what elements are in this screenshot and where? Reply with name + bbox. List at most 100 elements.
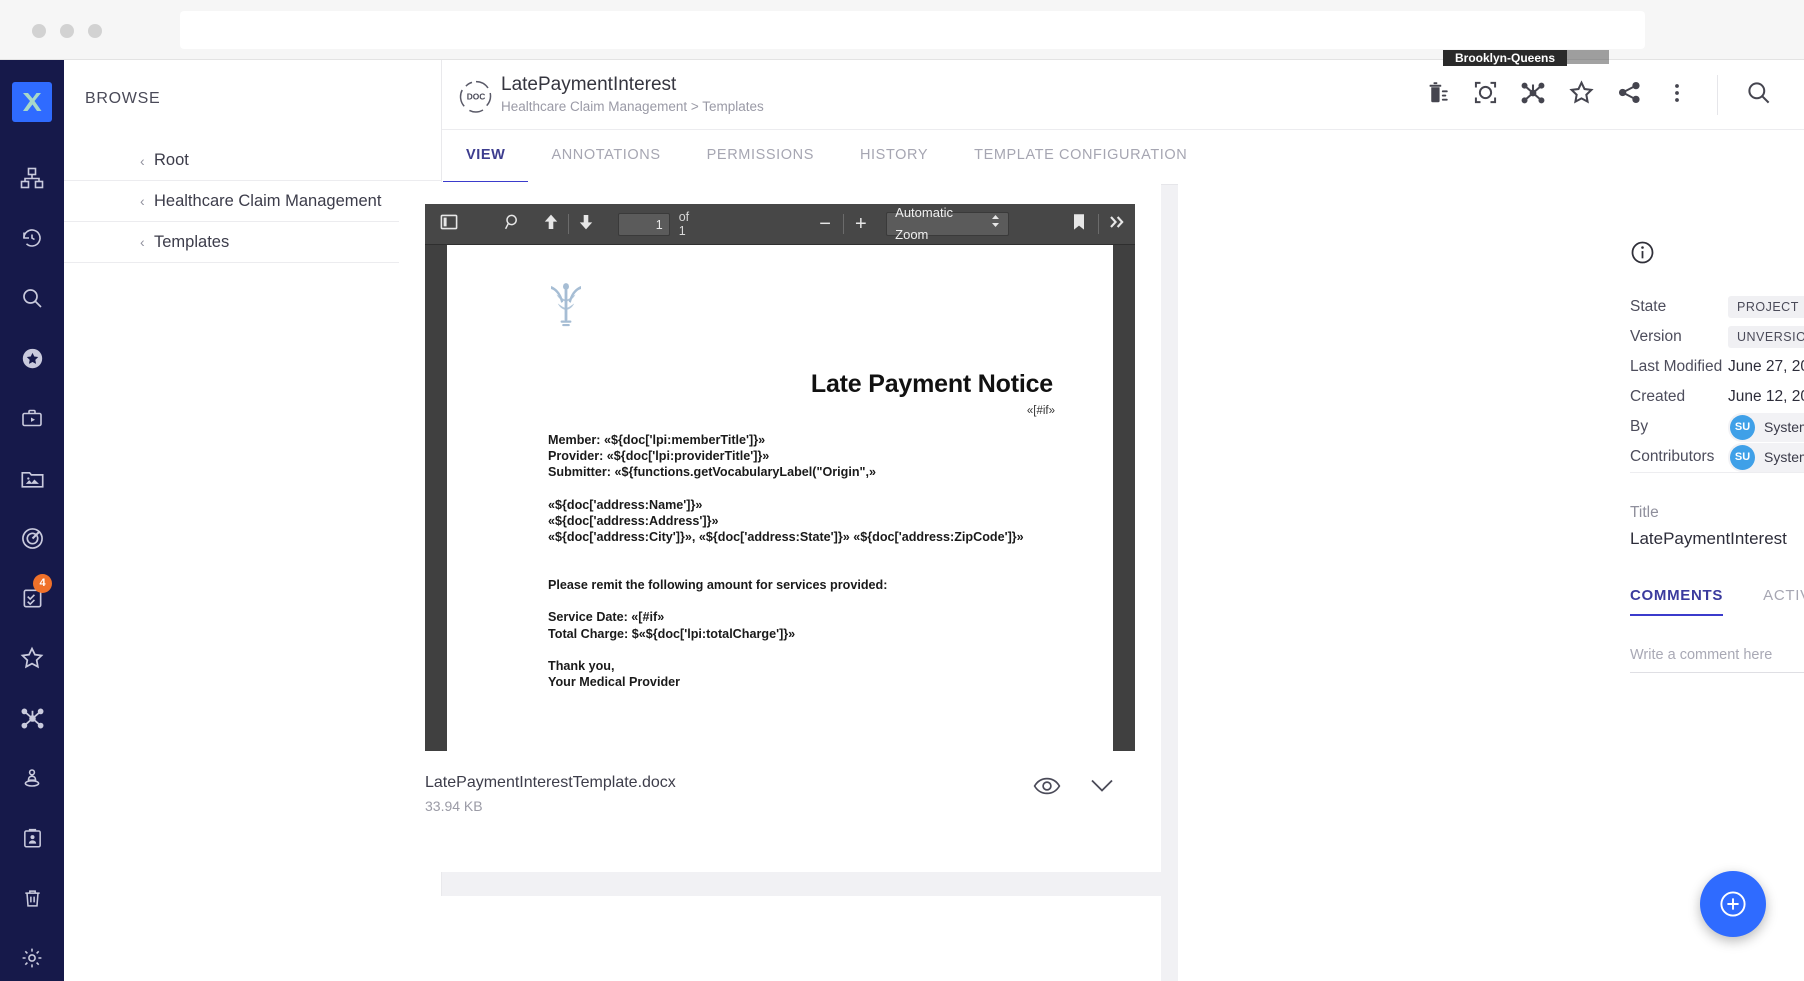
metadata-key: Last Modified <box>1630 358 1723 375</box>
rail-item-workflow[interactable] <box>0 388 64 448</box>
favorite-button[interactable] <box>1557 71 1605 119</box>
window-maximize-button[interactable] <box>88 24 102 38</box>
metadata-key: By <box>1630 418 1649 435</box>
chevron-left-icon: ‹ <box>140 152 145 169</box>
trash-icon <box>21 887 44 910</box>
tab-view[interactable]: VIEW <box>443 129 529 184</box>
chevron-left-icon: ‹ <box>140 193 145 209</box>
tab-permissions[interactable]: PERMISSIONS <box>684 129 837 184</box>
search-icon <box>1745 79 1772 111</box>
rail-item-clipboard-user[interactable] <box>0 808 64 868</box>
rail-item-target[interactable] <box>0 508 64 568</box>
download-button[interactable] <box>1089 776 1115 801</box>
breadcrumb: Healthcare Claim Management > Templates <box>501 99 764 114</box>
tree-item-root[interactable]: ‹ Root <box>64 140 442 181</box>
user-chip[interactable]: SU System User <box>1728 442 1804 472</box>
pdf-toolbar: 1 of 1 − + Automatic Zoom <box>425 204 1135 245</box>
rail-item-settings[interactable] <box>0 928 64 981</box>
add-button[interactable] <box>1700 871 1766 937</box>
history-icon <box>20 226 44 250</box>
attachment-info: LatePaymentInterestTemplate.docx 33.94 K… <box>425 774 1135 814</box>
avatar: SU <box>1730 444 1755 470</box>
tab-history[interactable]: HISTORY <box>837 129 951 184</box>
rail-item-favorites[interactable] <box>0 628 64 688</box>
browser-url-bar[interactable] <box>180 11 1645 49</box>
doc-type-icon: DOC <box>459 79 493 113</box>
share-icon <box>1617 80 1642 110</box>
target-icon <box>20 526 45 551</box>
pdf-zoom-select[interactable]: Automatic Zoom <box>886 205 1009 242</box>
metadata-row-contributors: Contributors SU System User <box>1630 442 1804 472</box>
info-button[interactable] <box>1630 240 1655 270</box>
share-button[interactable] <box>1605 71 1653 119</box>
tree-item-healthcare-claim-management[interactable]: ‹ Healthcare Claim Management <box>64 181 442 222</box>
lifecycle-button[interactable] <box>1461 71 1509 119</box>
rail-item-history[interactable] <box>0 208 64 268</box>
pdf-next-page[interactable] <box>569 204 604 245</box>
lifecycle-icon <box>1473 80 1498 110</box>
tree-item-templates[interactable]: ‹ Templates <box>64 222 442 263</box>
window-close-button[interactable] <box>32 24 46 38</box>
metadata-key: State <box>1630 298 1667 315</box>
pdf-find-button[interactable] <box>493 204 533 245</box>
sidebar-toggle-icon <box>440 213 458 236</box>
tooltip-overlay-artifact: Brooklyn-Queens <box>1443 50 1567 66</box>
tab-activity[interactable]: ACTIVITY <box>1763 587 1804 616</box>
page-down-icon <box>578 213 594 236</box>
delete-button[interactable] <box>1413 71 1461 119</box>
metadata-row-version: Version UNVERSIONED <box>1630 322 1804 352</box>
tooltip-overlay-artifact-tail <box>1567 50 1609 64</box>
page-title: LatePaymentInterest <box>501 74 677 95</box>
metadata-key: Version <box>1630 328 1682 345</box>
rail-item-hierarchy[interactable] <box>0 148 64 208</box>
briefcase-play-icon <box>20 406 44 430</box>
metadata-row-last-modified: Last Modified June 27, 2019 <box>1630 352 1804 382</box>
header-search-button[interactable] <box>1734 71 1782 119</box>
caduceus-icon <box>545 280 587 337</box>
rail-item-relations[interactable] <box>0 688 64 748</box>
user-chip[interactable]: SU System User <box>1728 412 1804 442</box>
tab-template-configuration[interactable]: TEMPLATE CONFIGURATION <box>951 129 1210 184</box>
eye-icon <box>1033 777 1061 800</box>
more-menu-button[interactable] <box>1653 71 1701 119</box>
tree-item-label: Root <box>154 151 189 169</box>
pdf-page-input[interactable]: 1 <box>617 212 670 236</box>
tab-annotations[interactable]: ANNOTATIONS <box>528 129 683 184</box>
pdf-sidebar-toggle[interactable] <box>429 204 469 245</box>
pdf-zoom-out[interactable]: − <box>808 204 843 245</box>
rail-item-location[interactable] <box>0 748 64 808</box>
metadata-key: Created <box>1630 388 1686 405</box>
pdf-text-line: Submitter: «${functions.getVocabularyLab… <box>548 465 877 480</box>
pdf-text-line: Thank you, <box>548 658 615 673</box>
chevron-updown-icon <box>991 213 1000 235</box>
rail-item-search[interactable] <box>0 268 64 328</box>
pdf-more-tools-button[interactable] <box>1098 204 1135 245</box>
rail-item-tasks[interactable]: 4 <box>0 568 64 628</box>
preview-card-secondary <box>399 896 1161 981</box>
tab-comments[interactable]: COMMENTS <box>1630 587 1724 616</box>
nuxeo-logo[interactable] <box>12 82 52 122</box>
comment-input[interactable]: Write a comment here <box>1630 647 1804 673</box>
metadata-list: State PROJECT Version UNVERSIONED Last M… <box>1630 292 1804 472</box>
pdf-previous-page[interactable] <box>533 204 568 245</box>
rail-item-collections[interactable] <box>0 328 64 388</box>
rail-item-assets[interactable] <box>0 448 64 508</box>
metadata-row-by: By SU System User <box>1630 412 1804 442</box>
version-badge: UNVERSIONED <box>1728 326 1804 348</box>
relations-icon <box>1520 80 1546 111</box>
bookmark-icon <box>1072 213 1086 236</box>
pdf-bookmark-button[interactable] <box>1061 204 1098 245</box>
window-minimize-button[interactable] <box>60 24 74 38</box>
pdf-heading: Late Payment Notice <box>810 370 1053 398</box>
relations-button[interactable] <box>1509 71 1557 119</box>
info-icon <box>1630 241 1655 269</box>
metadata-value: June 27, 2019 <box>1728 358 1804 375</box>
pdf-zoom-in[interactable]: + <box>843 204 878 245</box>
preview-button[interactable] <box>1033 776 1061 801</box>
rail-item-trash[interactable] <box>0 868 64 928</box>
rail-icon-list: 4 <box>0 148 64 981</box>
double-chevron-right-icon <box>1108 214 1126 235</box>
tasks-badge: 4 <box>33 574 52 593</box>
browse-title: BROWSE <box>85 90 161 107</box>
window-traffic-lights <box>32 24 102 38</box>
